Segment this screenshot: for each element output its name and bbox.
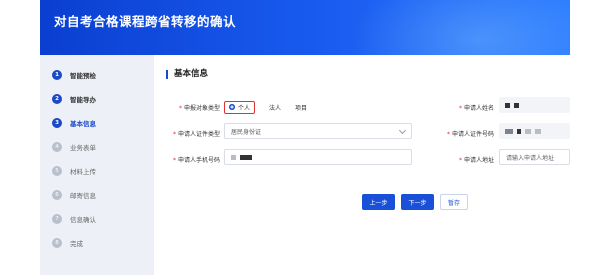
id-type-select[interactable]: 居民身份证 bbox=[224, 123, 412, 139]
step-label: 材料上传 bbox=[70, 168, 96, 176]
step-label: 邮寄信息 bbox=[70, 192, 96, 200]
prev-step-button[interactable]: 上一步 bbox=[362, 194, 395, 210]
page-header: 对自考合格课程跨省转移的确认 bbox=[40, 0, 570, 55]
radio-individual[interactable]: 个人 bbox=[224, 100, 256, 114]
step-number: 7 bbox=[52, 214, 62, 224]
step-label: 业务表单 bbox=[70, 144, 96, 152]
step-number: 1 bbox=[52, 70, 62, 80]
masked-text bbox=[535, 128, 541, 134]
step-number: 6 bbox=[52, 190, 62, 200]
step-number: 2 bbox=[52, 94, 62, 104]
applicant-name-field[interactable] bbox=[499, 97, 570, 113]
step-label: 智能预检 bbox=[70, 72, 96, 80]
masked-text bbox=[514, 102, 519, 108]
step-number: 8 bbox=[52, 238, 62, 248]
step-item-smart-guide[interactable]: 2 智能导办 bbox=[52, 90, 96, 108]
applicant-type-label: * 申报对象类型 bbox=[178, 105, 220, 112]
step-sidebar: 1 智能预检 2 智能导办 3 基本信息 4 业务表单 5 材料上传 6 邮寄信… bbox=[40, 55, 154, 275]
masked-text bbox=[240, 154, 252, 160]
address-field[interactable]: 请输入申请人地址 bbox=[499, 149, 570, 165]
step-item-mailing-info[interactable]: 6 邮寄信息 bbox=[52, 186, 96, 204]
step-number: 3 bbox=[52, 118, 62, 128]
masked-text bbox=[505, 102, 510, 108]
masked-text bbox=[231, 154, 236, 160]
step-number: 4 bbox=[52, 142, 62, 152]
radio-legal-person[interactable]: 法人 bbox=[269, 103, 281, 112]
step-item-business-form[interactable]: 4 业务表单 bbox=[52, 138, 96, 156]
applicant-type-radio-group: 个人 法人 项目 bbox=[224, 100, 321, 114]
section-title: 基本信息 bbox=[166, 70, 208, 79]
app-frame: 对自考合格课程跨省转移的确认 1 智能预检 2 智能导办 3 基本信息 4 业务… bbox=[40, 0, 570, 275]
phone-field[interactable] bbox=[224, 149, 412, 165]
step-number: 5 bbox=[52, 166, 62, 176]
masked-text bbox=[517, 128, 521, 134]
step-item-info-confirm[interactable]: 7 信息确认 bbox=[52, 210, 96, 228]
main-content: 基本信息 * 申报对象类型 个人 法人 项目 * 申请人姓名 * 申请人证件类型… bbox=[154, 55, 570, 275]
applicant-name-label: * 申请人姓名 bbox=[458, 105, 494, 112]
id-type-label: * 申请人证件类型 bbox=[172, 131, 220, 138]
phone-label: * 申请人手机号码 bbox=[172, 157, 220, 164]
step-item-smart-precheck[interactable]: 1 智能预检 bbox=[52, 66, 96, 84]
header-decoration bbox=[350, 0, 570, 55]
step-label: 信息确认 bbox=[70, 216, 96, 224]
next-step-button[interactable]: 下一步 bbox=[401, 194, 434, 210]
id-number-field[interactable] bbox=[499, 123, 570, 139]
step-item-material-upload[interactable]: 5 材料上传 bbox=[52, 162, 96, 180]
page-title: 对自考合格课程跨省转移的确认 bbox=[54, 14, 237, 29]
save-draft-button[interactable]: 暂存 bbox=[440, 194, 468, 210]
chevron-down-icon bbox=[398, 126, 407, 135]
masked-text bbox=[505, 128, 513, 134]
step-label: 基本信息 bbox=[70, 120, 96, 128]
step-label: 完成 bbox=[70, 240, 83, 248]
address-label: * 申请人地址 bbox=[458, 157, 494, 164]
id-number-label: * 申请人证件号码 bbox=[446, 131, 494, 138]
step-label: 智能导办 bbox=[70, 96, 96, 104]
step-item-complete[interactable]: 8 完成 bbox=[52, 234, 83, 252]
masked-text bbox=[525, 128, 531, 134]
step-item-basic-info[interactable]: 3 基本信息 bbox=[52, 114, 96, 132]
radio-project[interactable]: 项目 bbox=[295, 103, 307, 112]
radio-selected-icon bbox=[229, 104, 235, 110]
